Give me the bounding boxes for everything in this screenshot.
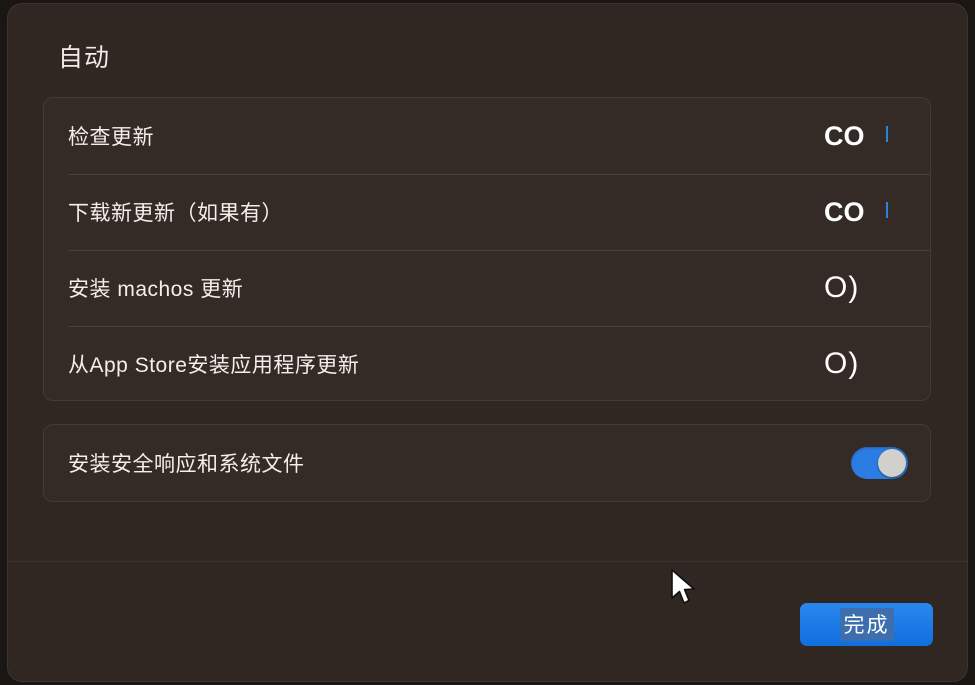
done-button-label: 完成 bbox=[839, 608, 894, 641]
row-label-install-macos-updates: 安装 machos 更新 bbox=[68, 278, 244, 301]
control-slot-download-updates[interactable]: CO bbox=[824, 192, 908, 232]
toggle-knob-icon bbox=[878, 449, 906, 477]
toggle-edge-indicator-icon bbox=[886, 126, 888, 142]
settings-window: 自动 检查更新 CO 下载新更新（如果有） CO 安装 machos 更新 O)… bbox=[8, 4, 967, 681]
settings-row-download-updates[interactable]: 下载新更新（如果有） CO bbox=[44, 174, 930, 250]
row-label-check-updates: 检查更新 bbox=[68, 126, 154, 149]
dialog-footer: 完成 bbox=[8, 561, 967, 681]
done-button[interactable]: 完成 bbox=[800, 603, 933, 646]
settings-row-install-macos-updates[interactable]: 安装 machos 更新 O) bbox=[44, 250, 930, 326]
row-label-security-responses: 安装安全响应和系统文件 bbox=[68, 453, 305, 476]
settings-card-security-responses: 安装安全响应和系统文件 bbox=[43, 424, 931, 502]
page-title: 自动 bbox=[58, 44, 111, 72]
control-slot-check-updates[interactable]: CO bbox=[824, 116, 908, 156]
toggle-glyph-install-macos-updates[interactable]: O) bbox=[824, 273, 859, 303]
settings-row-install-app-store-updates[interactable]: 从App Store安装应用程序更新 O) bbox=[44, 326, 930, 402]
settings-row-security-responses[interactable]: 安装安全响应和系统文件 bbox=[44, 425, 930, 501]
settings-card-auto-update: 检查更新 CO 下载新更新（如果有） CO 安装 machos 更新 O) 从A… bbox=[43, 97, 931, 401]
row-label-download-updates: 下载新更新（如果有） bbox=[68, 202, 283, 225]
toggle-glyph-check-updates[interactable]: CO bbox=[824, 122, 865, 150]
settings-row-check-updates[interactable]: 检查更新 CO bbox=[44, 98, 930, 174]
control-slot-install-app-store-updates[interactable]: O) bbox=[824, 344, 908, 384]
toggle-switch-security-responses[interactable] bbox=[851, 447, 908, 479]
toggle-edge-indicator-icon bbox=[886, 202, 888, 218]
toggle-glyph-install-app-store-updates[interactable]: O) bbox=[824, 349, 859, 379]
toggle-glyph-download-updates[interactable]: CO bbox=[824, 198, 865, 226]
row-label-install-app-store-updates: 从App Store安装应用程序更新 bbox=[68, 354, 360, 377]
control-slot-install-macos-updates[interactable]: O) bbox=[824, 268, 908, 308]
settings-content: 自动 检查更新 CO 下载新更新（如果有） CO 安装 machos 更新 O)… bbox=[8, 4, 967, 561]
